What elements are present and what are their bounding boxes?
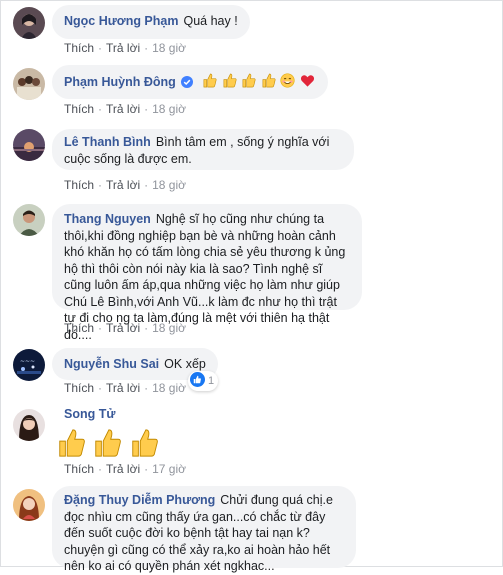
avatar[interactable] (13, 129, 45, 161)
separator: · (98, 41, 103, 55)
avatar-woman-icon (13, 489, 45, 521)
commenter-name[interactable]: Ngọc Hương Phạm (64, 14, 178, 28)
red-heart-icon (300, 73, 315, 93)
avatar-girl-icon (13, 409, 45, 441)
separator: · (98, 178, 103, 192)
thumbs-up-icon (241, 73, 256, 93)
avatar-night-icon: ~~~ (13, 349, 45, 381)
avatar[interactable]: ~~~ (13, 349, 45, 381)
thumbs-up-icon (202, 73, 217, 93)
thumbs-up-icon (92, 428, 122, 463)
reaction-count: 1 (208, 375, 215, 387)
avatar-woman-icon (13, 7, 45, 39)
comment-text: Quá hay ! (183, 14, 238, 28)
comment-actions: Thích · Trả lời · 17 giờ (64, 462, 186, 476)
timestamp[interactable]: 18 giờ (152, 41, 186, 55)
reaction-summary[interactable]: 1 (188, 371, 219, 391)
comment-bubble: Đặng Thuy Diễm Phương Chửi đung quá chị.e… (52, 486, 356, 573)
commenter-name[interactable]: Lê Thanh Bình (64, 135, 151, 149)
separator: · (98, 462, 103, 476)
separator: · (144, 381, 149, 395)
separator: · (98, 381, 103, 395)
separator: · (144, 102, 149, 116)
svg-text:~~~: ~~~ (20, 358, 35, 365)
like-link[interactable]: Thích (64, 462, 94, 476)
separator: · (98, 321, 103, 335)
separator: · (144, 462, 149, 476)
comment-actions: Thích · Trả lời · 18 giờ (64, 178, 186, 192)
commenter-name[interactable]: Song Tử (64, 407, 115, 421)
like-reaction-icon (190, 372, 205, 390)
avatar[interactable] (13, 204, 45, 236)
avatar[interactable] (13, 409, 45, 441)
like-link[interactable]: Thích (64, 381, 94, 395)
avatar-group-icon (13, 68, 45, 100)
reply-link[interactable]: Trả lời (106, 178, 140, 192)
emoji-row (199, 73, 316, 89)
separator: · (144, 41, 149, 55)
like-link[interactable]: Thích (64, 41, 94, 55)
verified-badge-icon (180, 76, 193, 93)
separator: · (144, 321, 149, 335)
comment-text: OK xếp (164, 357, 206, 371)
reply-link[interactable]: Trả lời (106, 321, 140, 335)
thumbs-up-icon (222, 73, 237, 93)
comment-bubble: Lê Thanh Bình Bình tâm em , sống ý nghĩa … (52, 129, 354, 170)
avatar[interactable] (13, 68, 45, 100)
timestamp[interactable]: 18 giờ (152, 381, 186, 395)
comment-header: Song Tử (64, 407, 120, 421)
like-link[interactable]: Thích (64, 321, 94, 335)
comment-bubble: Phạm Huỳnh Đông (52, 65, 328, 99)
reply-link[interactable]: Trả lời (106, 41, 140, 55)
timestamp[interactable]: 18 giờ (152, 102, 186, 116)
timestamp[interactable]: 17 giờ (152, 462, 186, 476)
avatar-sunset-icon (13, 129, 45, 161)
comment-actions: Thích · Trả lời · 18 giờ (64, 381, 186, 395)
timestamp[interactable]: 18 giờ (152, 178, 186, 192)
commenter-name[interactable]: Thang Nguyen (64, 212, 151, 226)
avatar[interactable] (13, 7, 45, 39)
thumbs-up-icon (56, 428, 86, 463)
commenter-name[interactable]: Phạm Huỳnh Đông (64, 75, 176, 89)
reply-link[interactable]: Trả lời (106, 462, 140, 476)
thumbs-up-icon (129, 428, 159, 463)
like-link[interactable]: Thích (64, 102, 94, 116)
like-link[interactable]: Thích (64, 178, 94, 192)
comment-actions: Thích · Trả lời · 18 giờ (64, 102, 186, 116)
avatar[interactable] (13, 489, 45, 521)
comment-bubble: Thang Nguyen Nghệ sĩ họ cũng như chúng ta… (52, 204, 362, 342)
smile-icon (280, 73, 295, 93)
comment-actions: Thích · Trả lời · 18 giờ (64, 321, 186, 335)
timestamp[interactable]: 18 giờ (152, 321, 186, 335)
commenter-name[interactable]: Nguyễn Shu Sai (64, 357, 159, 371)
separator: · (98, 102, 103, 116)
avatar-man-icon (13, 204, 45, 236)
reply-link[interactable]: Trả lời (106, 102, 140, 116)
separator: · (144, 178, 149, 192)
comment-actions: Thích · Trả lời · 18 giờ (64, 41, 186, 55)
thumbs-up-icon (261, 73, 276, 93)
big-emoji-row (56, 428, 161, 463)
comment-bubble: Ngọc Hương Phạm Quá hay ! (52, 5, 250, 39)
commenter-name[interactable]: Đặng Thuy Diễm Phương (64, 493, 215, 507)
reply-link[interactable]: Trả lời (106, 381, 140, 395)
